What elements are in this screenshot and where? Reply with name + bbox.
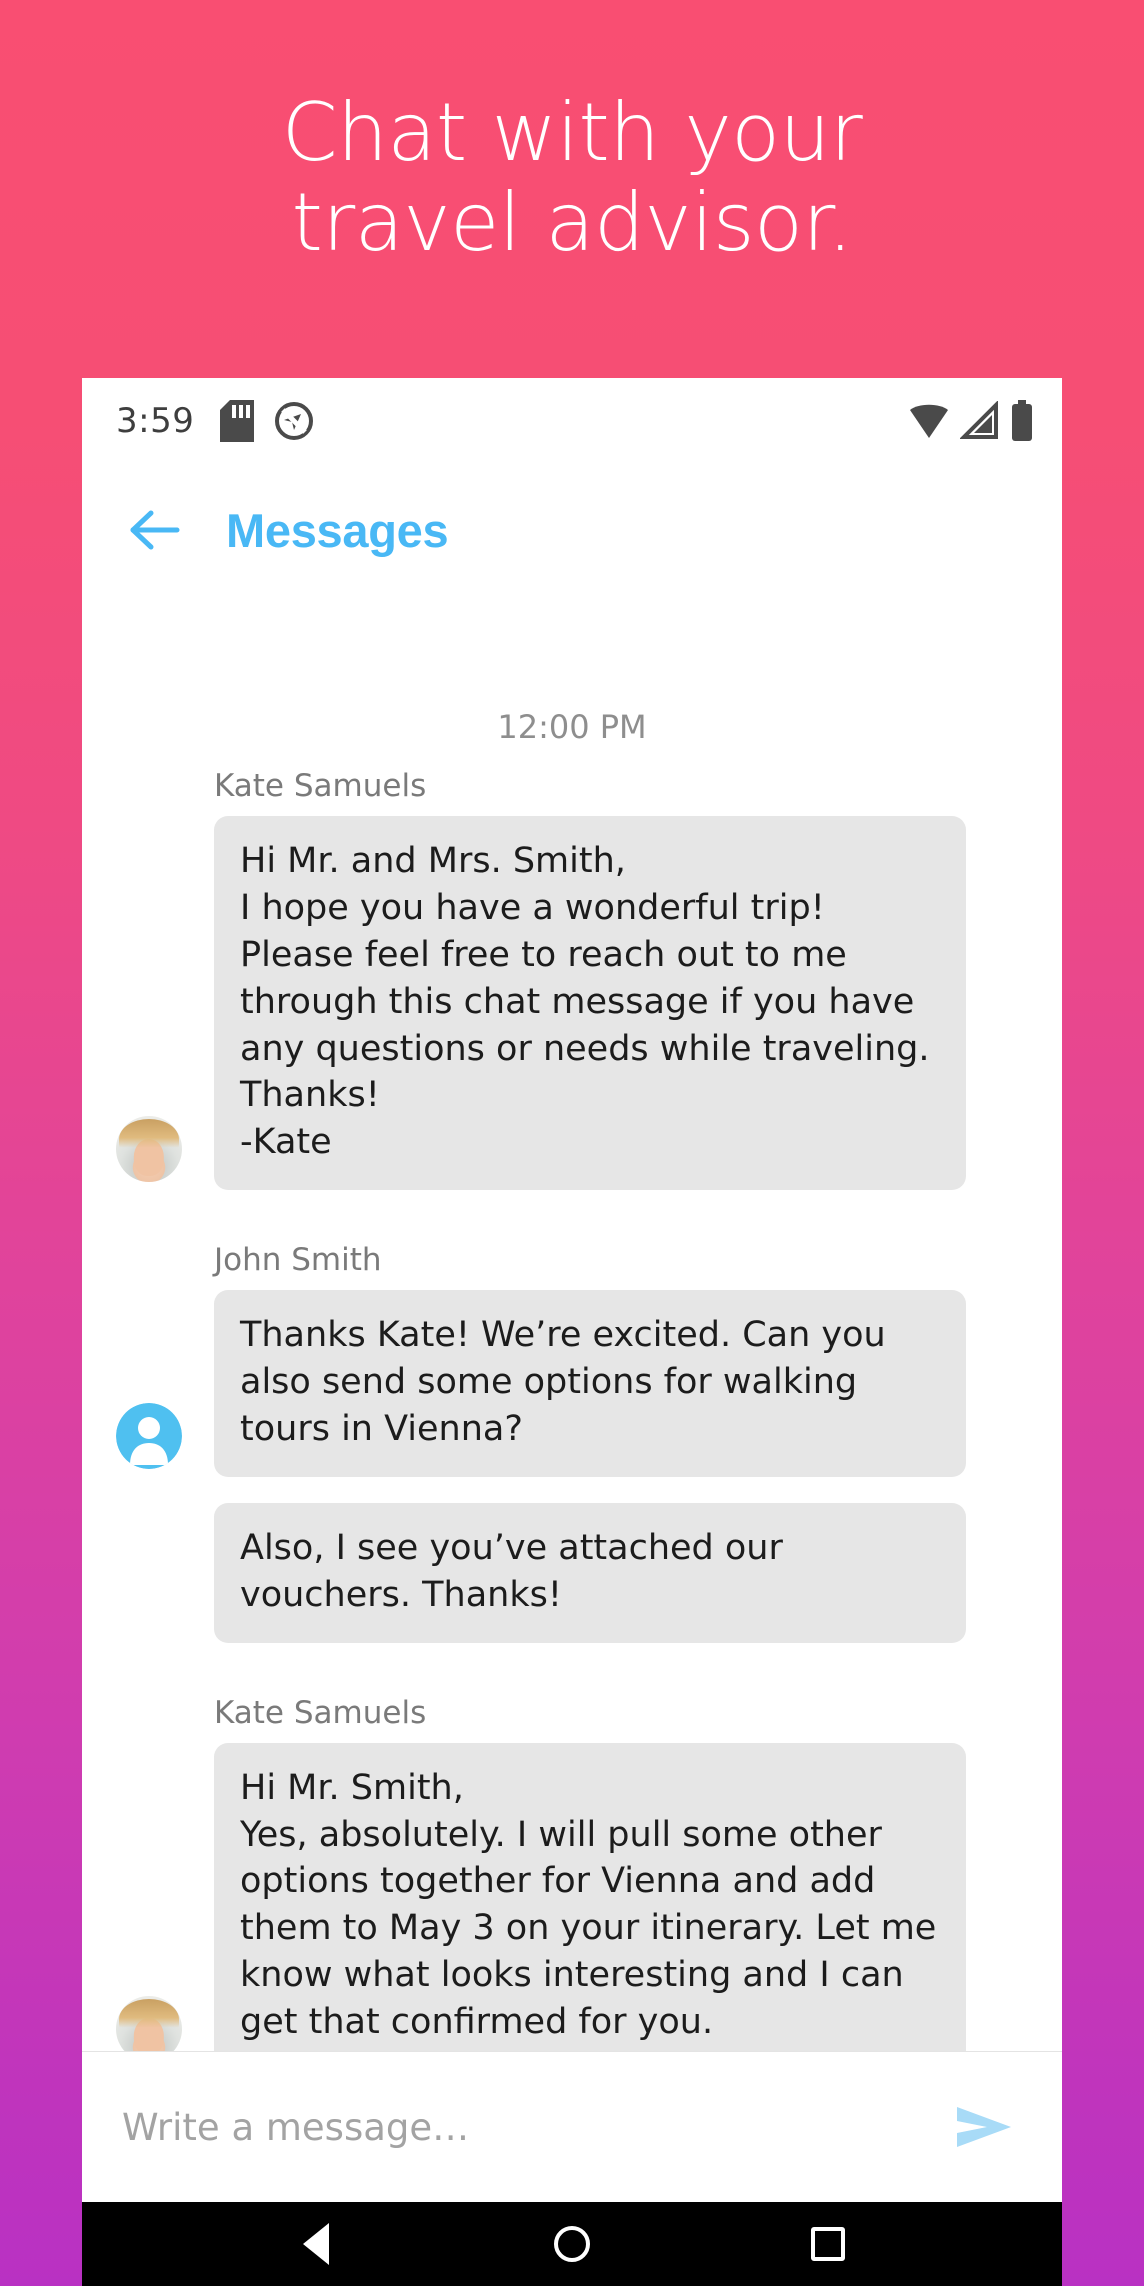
message-row: Hi Mr. Smith, Yes, absolutely. I will pu… bbox=[116, 1742, 1028, 2051]
back-triangle-icon bbox=[303, 2223, 329, 2265]
status-time: 3:59 bbox=[116, 401, 195, 441]
avatar-slot bbox=[116, 1635, 214, 1643]
android-nav-bar bbox=[82, 2202, 1062, 2286]
avatar bbox=[116, 1996, 182, 2051]
avatar bbox=[116, 1116, 182, 1183]
avatar-slot bbox=[116, 1402, 214, 1477]
arrow-left-icon bbox=[130, 510, 180, 550]
phone-screenshot: 3:59 Messages 12:00 PM Kate Samuels Hi M… bbox=[82, 378, 1062, 2286]
message-bubble[interactable]: Also, I see you’ve attached our vouchers… bbox=[214, 1502, 966, 1643]
back-button[interactable] bbox=[118, 494, 190, 566]
nav-back-button[interactable] bbox=[288, 2216, 344, 2272]
send-icon bbox=[957, 2107, 1011, 2147]
home-circle-icon bbox=[554, 2226, 590, 2262]
status-right-icons bbox=[908, 400, 1034, 442]
nav-recents-button[interactable] bbox=[800, 2216, 856, 2272]
promo-poster: Chat with your travel advisor. 3:59 Mess… bbox=[0, 0, 1144, 2286]
app-bar: Messages bbox=[82, 464, 1062, 596]
message-bubble[interactable]: Thanks Kate! We’re excited. Can you also… bbox=[214, 1290, 966, 1477]
avatar-slot bbox=[116, 1996, 214, 2051]
location-off-icon bbox=[274, 401, 314, 441]
page-title: Messages bbox=[226, 503, 449, 557]
battery-icon bbox=[1010, 400, 1034, 442]
message-row: Thanks Kate! We’re excited. Can you also… bbox=[116, 1290, 1028, 1477]
thread-timestamp: 12:00 PM bbox=[497, 708, 647, 746]
sd-card-icon bbox=[220, 400, 255, 442]
sender-name: Kate Samuels bbox=[214, 1694, 427, 1731]
send-button[interactable] bbox=[944, 2087, 1024, 2167]
wifi-icon bbox=[908, 401, 950, 441]
sender-name: Kate Samuels bbox=[214, 768, 427, 804]
message-bubble[interactable]: Hi Mr. and Mrs. Smith, I hope you have a… bbox=[214, 816, 966, 1191]
status-left-icons bbox=[220, 400, 314, 442]
avatar-slot bbox=[116, 1116, 214, 1190]
message-input[interactable] bbox=[122, 2105, 944, 2149]
message-composer bbox=[82, 2051, 1062, 2202]
person-icon bbox=[116, 1402, 182, 1469]
cell-signal-icon bbox=[960, 401, 1000, 441]
avatar bbox=[116, 1402, 182, 1469]
sender-name: John Smith bbox=[214, 1242, 382, 1279]
message-bubble[interactable]: Hi Mr. Smith, Yes, absolutely. I will pu… bbox=[214, 1742, 966, 2051]
nav-home-button[interactable] bbox=[544, 2216, 600, 2272]
message-row: Hi Mr. and Mrs. Smith, I hope you have a… bbox=[116, 816, 1028, 1191]
message-row: Also, I see you’ve attached our vouchers… bbox=[116, 1502, 1028, 1643]
poster-headline: Chat with your travel advisor. bbox=[281, 86, 863, 269]
message-thread[interactable]: 12:00 PM Kate Samuels Hi Mr. and Mrs. Sm… bbox=[82, 596, 1062, 2051]
status-bar: 3:59 bbox=[82, 378, 1062, 464]
recents-square-icon bbox=[811, 2227, 845, 2261]
